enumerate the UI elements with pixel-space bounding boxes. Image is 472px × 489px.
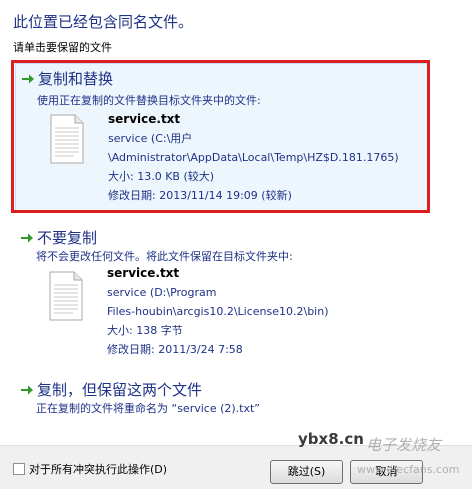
option-copy-keep-both[interactable]: 复制，但保留这两个文件 正在复制的文件将重命名为 “service (2).tx… xyxy=(15,377,428,422)
option-title: 复制和替换 xyxy=(38,70,114,88)
option-description: 正在复制的文件将重命名为 “service (2).txt” xyxy=(36,402,261,415)
option-description: 使用正在复制的文件替换目标文件夹中的文件: xyxy=(37,94,261,107)
green-arrow-icon xyxy=(21,233,33,242)
text-file-icon xyxy=(50,114,84,164)
file-name: service.txt xyxy=(108,112,181,126)
file-size: 大小: 13.0 KB (较大) xyxy=(108,170,215,183)
file-path-line: service (C:\用户 xyxy=(108,132,193,145)
file-modified-date: 修改日期: 2011/3/24 7:58 xyxy=(107,343,243,356)
option-dont-copy[interactable]: 不要复制 将不会更改任何文件。将此文件保留在目标文件夹中: service.tx… xyxy=(15,225,428,356)
header-title: 此位置已经包含同名文件。 xyxy=(13,13,194,31)
green-arrow-icon xyxy=(22,74,34,83)
watermark-site: ybx8.cn xyxy=(298,430,364,448)
file-modified-date: 修改日期: 2013/11/14 19:09 (较新) xyxy=(108,189,292,202)
file-info: service.txt service (C:\用户 \Administrato… xyxy=(108,109,399,205)
file-info: service.txt service (D:\Program Files-ho… xyxy=(107,263,329,359)
text-file-icon xyxy=(49,271,83,321)
file-size: 大小: 138 字节 xyxy=(107,324,183,337)
option-copy-replace[interactable]: 复制和替换 使用正在复制的文件替换目标文件夹中的文件: service.txt … xyxy=(15,63,430,213)
green-arrow-icon xyxy=(21,385,33,394)
apply-all-checkbox[interactable] xyxy=(13,463,25,475)
option-title: 复制，但保留这两个文件 xyxy=(37,381,203,399)
file-path-line: \Administrator\AppData\Local\Temp\HZ$D.1… xyxy=(108,151,399,164)
file-path-line: service (D:\Program xyxy=(107,286,217,299)
watermark-brand: 电子发烧友 xyxy=(366,436,442,454)
option-title: 不要复制 xyxy=(37,229,98,247)
skip-button[interactable]: 跳过(S) xyxy=(270,460,343,484)
file-name: service.txt xyxy=(107,266,180,280)
option-description: 将不会更改任何文件。将此文件保留在目标文件夹中: xyxy=(36,250,293,263)
watermark-url: www.elecfans.com xyxy=(357,463,460,476)
apply-all-label[interactable]: 对于所有冲突执行此操作(D) xyxy=(29,461,167,477)
header-subtitle: 请单击要保留的文件 xyxy=(13,41,112,54)
file-path-line: Files-houbin\arcgis10.2\License10.2\bin) xyxy=(107,305,329,318)
